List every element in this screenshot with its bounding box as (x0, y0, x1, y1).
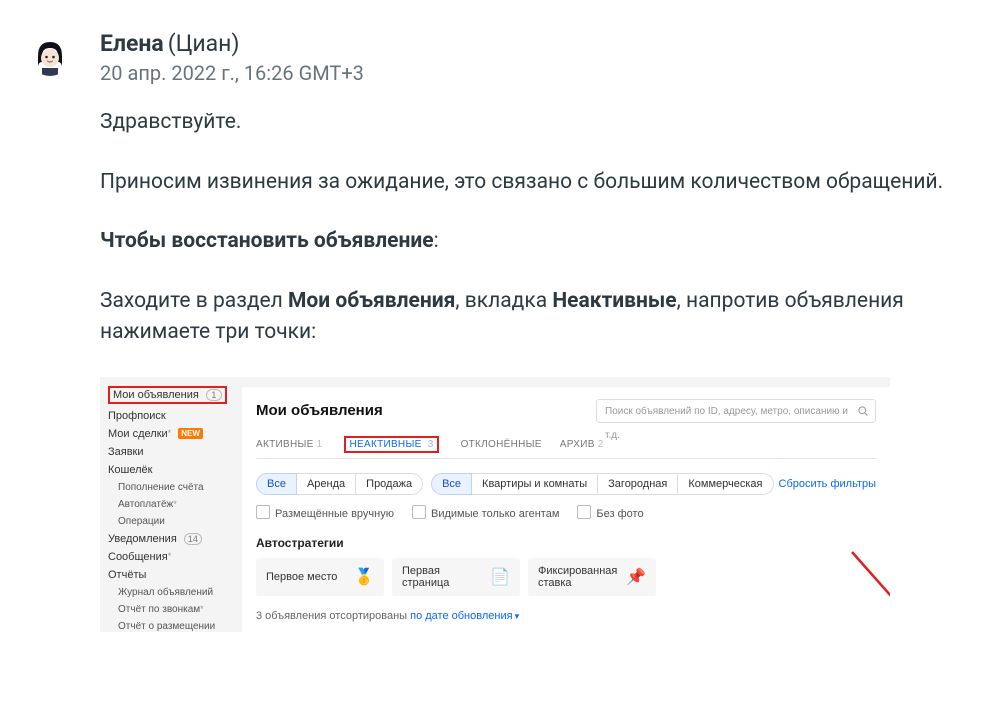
card-fixed[interactable]: Фиксированная ставка 📌 (528, 558, 656, 596)
card-first-place[interactable]: Первое место 🥇 (256, 558, 384, 596)
author-line: Елена (Циан) (100, 30, 980, 57)
tab-declined[interactable]: ОТКЛОНЁННЫЕ (461, 433, 542, 458)
greeting: Здравствуйте. (100, 107, 980, 139)
chip-country[interactable]: Загородная (598, 473, 678, 495)
search-input[interactable]: Поиск объявлений по ID, адресу, метро, о… (596, 399, 876, 423)
tab-archive[interactable]: АРХИВ2 (560, 433, 604, 458)
sidebar-item-calls[interactable]: Отчёт по звонкам* (106, 601, 230, 618)
screenshot-frame: Мои объявления 1 Профпоиск Мои сделки* N… (100, 377, 890, 632)
comment-body: Здравствуйте. Приносим извинения за ожид… (100, 107, 980, 632)
check-manual[interactable]: Размещённые вручную (256, 505, 394, 520)
chip-flats[interactable]: Квартиры и комнаты (472, 473, 598, 495)
embedded-screenshot: Мои объявления 1 Профпоиск Мои сделки* N… (100, 377, 980, 632)
sidebar-item-requests[interactable]: Заявки (106, 443, 230, 461)
sidebar-item-my-deals[interactable]: Мои сделки* NEW (106, 425, 230, 443)
comment-header: Елена (Циан) 20 апр. 2022 г., 16:26 GMT+… (100, 30, 980, 85)
author-org: (Циан) (168, 30, 240, 57)
tab-inactive[interactable]: НЕАКТИВНЫЕ 3 (340, 433, 442, 458)
restore-heading: Чтобы восстановить объявление: (100, 226, 980, 258)
filters-row: Все Аренда Продажа Все Квартиры и комнат… (256, 473, 876, 495)
comment: Елена (Циан) 20 апр. 2022 г., 16:26 GMT+… (30, 30, 980, 632)
sidebar-item-messages[interactable]: Сообщения* (106, 548, 230, 566)
sidebar-item-reports[interactable]: Отчёты (106, 566, 230, 584)
page-icon: 📄 (490, 567, 510, 587)
sidebar-item-journal[interactable]: Журнал объявлений (106, 584, 230, 601)
sidebar-item-wallet[interactable]: Кошелёк (106, 461, 230, 479)
timestamp: 20 апр. 2022 г., 16:26 GMT+3 (100, 61, 980, 85)
chip-all[interactable]: Все (256, 473, 297, 495)
check-nophoto[interactable]: Без фото (577, 505, 643, 520)
badge-count: 1 (206, 389, 222, 401)
sidebar-item-topup[interactable]: Пополнение счёта (106, 479, 230, 496)
chip-sale[interactable]: Продажа (356, 473, 423, 495)
tab-active[interactable]: АКТИВНЫЕ1 (256, 433, 322, 458)
chipset-deal-type: Все Аренда Продажа (256, 473, 423, 495)
reset-filters-link[interactable]: Сбросить фильтры (779, 478, 877, 490)
sort-line: 3 объявления отсортированы по дате обнов… (256, 610, 876, 622)
page-title: Мои объявления (256, 402, 383, 419)
card-first-page[interactable]: Первая страница 📄 (392, 558, 520, 596)
checkbox-row: Размещённые вручную Видимые только агент… (256, 505, 876, 520)
highlight-my-ads: Мои объявления 1 (108, 386, 227, 404)
tabs: АКТИВНЫЕ1 НЕАКТИВНЫЕ 3 ОТКЛОНЁННЫЕ АРХИВ… (256, 433, 876, 459)
sidebar-item-notifications[interactable]: Уведомления 14 (106, 530, 230, 548)
badge-count: 14 (184, 533, 202, 545)
apology: Приносим извинения за ожидание, это связ… (100, 167, 980, 199)
chip-all-cat[interactable]: Все (431, 473, 472, 495)
pin-icon: 📌 (626, 567, 646, 587)
comment-content: Елена (Циан) 20 апр. 2022 г., 16:26 GMT+… (100, 30, 980, 632)
new-badge: NEW (178, 428, 203, 439)
sidebar: Мои объявления 1 Профпоиск Мои сделки* N… (100, 377, 236, 632)
instruction: Заходите в раздел Мои объявления, вкладк… (100, 286, 980, 349)
highlight-inactive: НЕАКТИВНЫЕ 3 (344, 436, 438, 453)
search-icon (857, 405, 869, 417)
sidebar-item-profsearch[interactable]: Профпоиск (106, 407, 230, 425)
check-agents[interactable]: Видимые только агентам (412, 505, 559, 520)
medal-icon: 🥇 (354, 567, 374, 587)
main-panel: Мои объявления Поиск объявлений по ID, а… (242, 387, 890, 632)
strategy-cards: Первое место 🥇 Первая страница 📄 Фиксиро… (256, 558, 876, 596)
avatar-image (30, 36, 70, 76)
author-name: Елена (100, 30, 164, 57)
autostrategies-label: Автостратегии (256, 536, 876, 550)
sidebar-item-placement[interactable]: Отчёт о размещении (106, 618, 230, 632)
avatar (30, 36, 70, 76)
chip-rent[interactable]: Аренда (297, 473, 356, 495)
sort-link[interactable]: по дате обновления (410, 610, 512, 622)
chipset-category: Все Квартиры и комнаты Загородная Коммер… (431, 473, 773, 495)
sidebar-item-autopay[interactable]: Автоплатёж* (106, 496, 230, 513)
avatar-column (30, 30, 100, 632)
chevron-down-icon: ▾ (515, 611, 520, 621)
sidebar-item-ops[interactable]: Операции (106, 513, 230, 530)
sidebar-item-my-ads[interactable]: Мои объявления 1 (106, 383, 230, 407)
chip-commerce[interactable]: Коммерческая (678, 473, 773, 495)
